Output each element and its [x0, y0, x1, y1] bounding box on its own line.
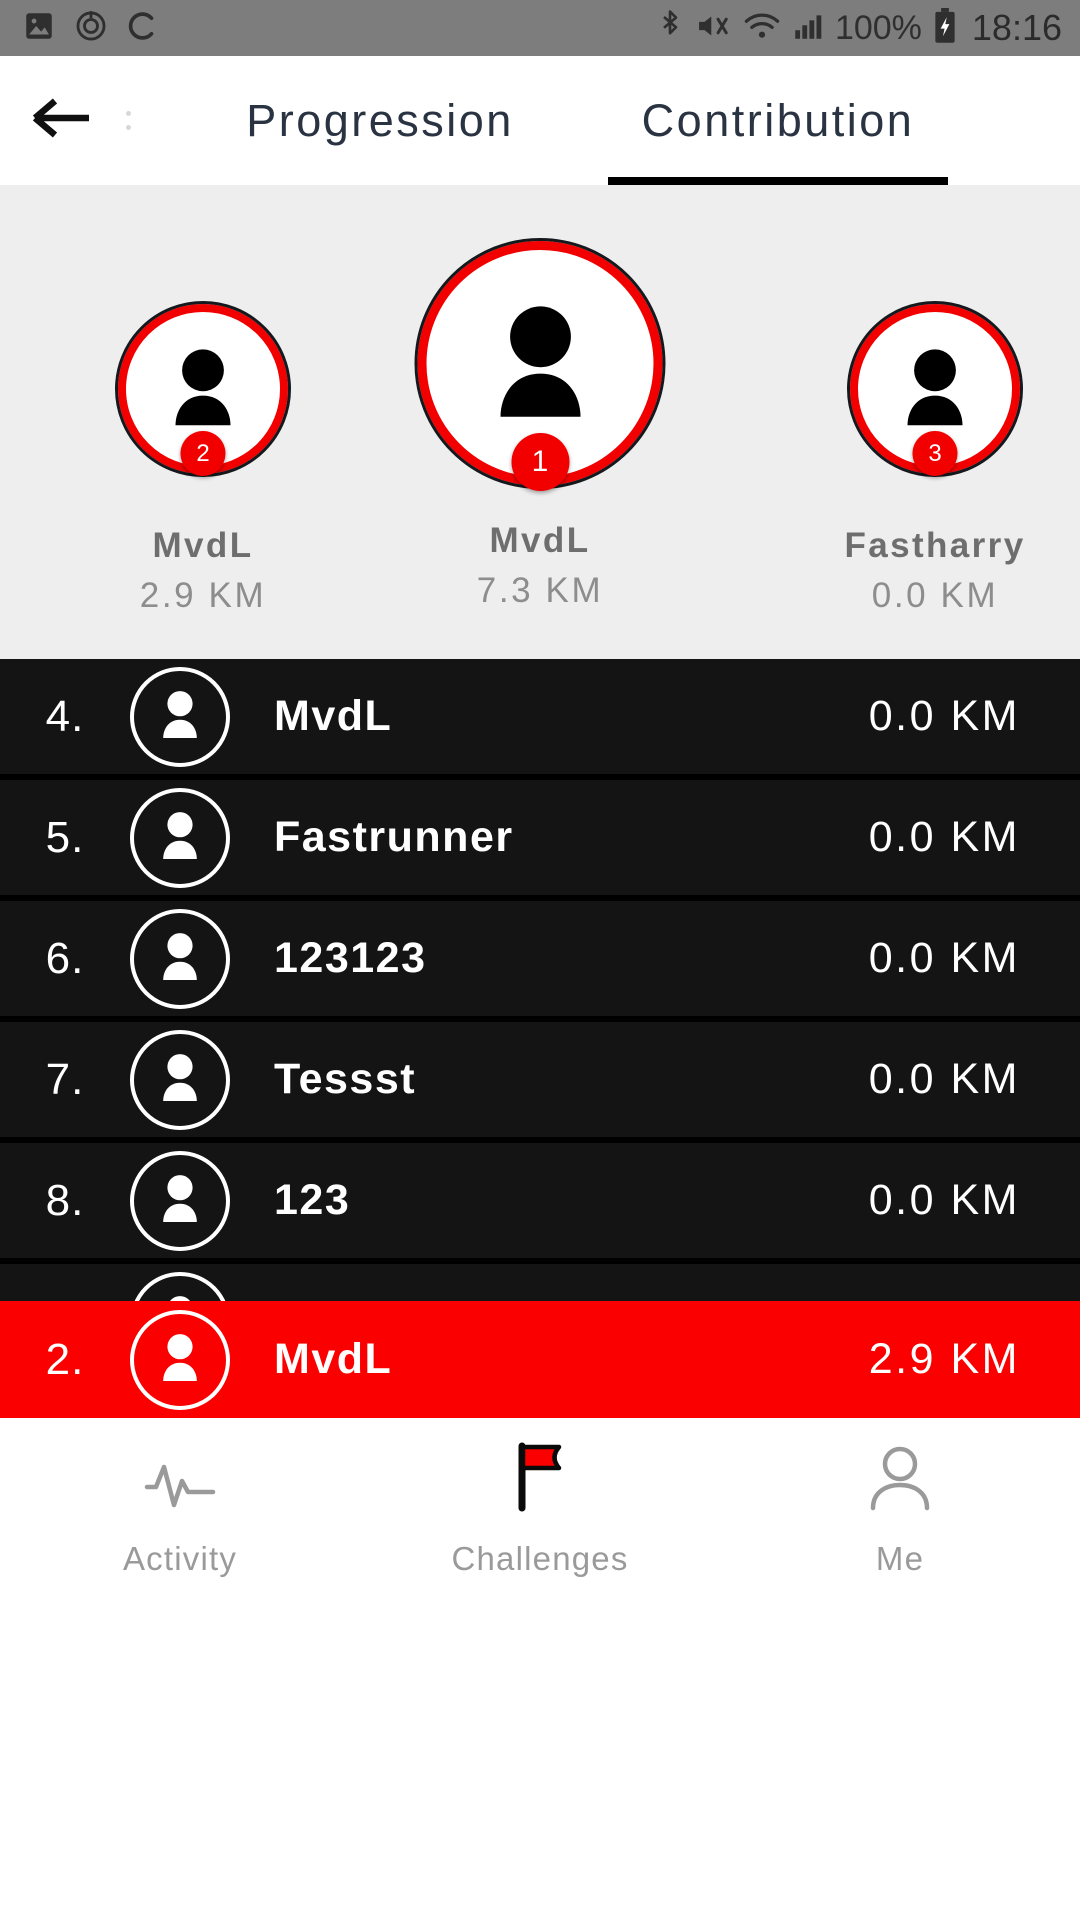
- overflow-dot: [125, 125, 131, 130]
- nav-label-activity: Activity: [122, 1539, 238, 1577]
- podium-distance-2: 2.9 KM: [139, 576, 267, 615]
- overflow-menu-icon[interactable]: [108, 86, 148, 156]
- wifi-icon: [743, 9, 781, 48]
- row-avatar: [130, 666, 230, 767]
- tab-contribution[interactable]: Contribution: [608, 56, 948, 185]
- nav-label-me: Me: [875, 1539, 925, 1577]
- table-row[interactable]: 8. 123 0.0 KM: [0, 1143, 1080, 1264]
- nav-item-activity[interactable]: Activity: [0, 1418, 360, 1599]
- row-avatar: [130, 787, 230, 888]
- status-bar: 100% 18:16: [0, 0, 1080, 56]
- podium-avatar-2: 2: [115, 301, 291, 477]
- row-distance: 0.0 KM: [868, 813, 1020, 861]
- status-bar-clock: 18:16: [971, 7, 1062, 48]
- person-avatar-icon: [163, 811, 197, 859]
- row-avatar: [130, 1309, 230, 1410]
- alarm-icon: [74, 9, 108, 48]
- podium-name-3: Fastharry: [844, 526, 1026, 565]
- podium-section: 2 MvdL 2.9 KM 1 MvdL 7.3 KM 3 Fastharry …: [0, 185, 1080, 659]
- row-rank: 5.: [45, 812, 85, 862]
- back-button[interactable]: [28, 86, 98, 156]
- app-bar: Progression Contribution: [0, 56, 1080, 185]
- person-avatar-icon: [907, 349, 963, 426]
- tab-progression[interactable]: Progression: [210, 56, 550, 185]
- row-distance: 0.0 KM: [868, 1055, 1020, 1103]
- status-bar-right-icons: 100% 18:16: [655, 7, 1062, 49]
- row-distance: 0.0 KM: [868, 692, 1020, 740]
- row-name: 123: [274, 1176, 351, 1224]
- image-icon: [22, 9, 56, 48]
- podium-rank-badge-2: 2: [180, 431, 226, 476]
- podium-avatar-1: 1: [414, 238, 666, 491]
- podium-rank-badge-1: 1: [511, 433, 569, 491]
- podium-distance-1: 7.3 KM: [476, 571, 604, 610]
- person-icon: [867, 1440, 933, 1514]
- mute-icon: [695, 9, 733, 48]
- battery-percent-label: 100%: [834, 9, 922, 47]
- tab-bar: Progression Contribution: [210, 56, 948, 185]
- pulse-icon: [141, 1440, 219, 1514]
- podium-avatar-3: 3: [847, 301, 1023, 477]
- person-avatar-icon: [500, 305, 580, 417]
- bottom-navigation: Activity Challenges Me: [0, 1418, 1080, 1599]
- nav-item-me[interactable]: Me: [720, 1418, 1080, 1599]
- row-rank: 8.: [45, 1175, 85, 1225]
- table-row[interactable]: 4. MvdL 0.0 KM: [0, 659, 1080, 780]
- row-name: Fastrunner: [274, 813, 514, 861]
- podium-distance-3: 0.0 KM: [871, 576, 999, 615]
- person-avatar-icon: [163, 1174, 197, 1222]
- table-row[interactable]: 5. Fastrunner 0.0 KM: [0, 780, 1080, 901]
- table-row[interactable]: 6. 123123 0.0 KM: [0, 901, 1080, 1022]
- row-rank: 4.: [45, 691, 85, 741]
- podium-name-1: MvdL: [489, 521, 591, 560]
- nav-item-challenges[interactable]: Challenges: [360, 1418, 720, 1599]
- podium-entry-3[interactable]: 3 Fastharry 0.0 KM: [770, 301, 1080, 616]
- person-avatar-icon: [163, 1053, 197, 1101]
- status-bar-left-icons: [22, 9, 160, 48]
- leaderboard-list[interactable]: 4. MvdL 0.0 KM 5. Fastrunner 0.0 KM 6. 1…: [0, 659, 1080, 1418]
- row-name: Tessst: [274, 1055, 417, 1103]
- podium-entry-1[interactable]: 1 MvdL 7.3 KM: [414, 238, 666, 611]
- sync-icon: [126, 9, 160, 48]
- row-name: MvdL: [274, 692, 393, 740]
- podium-entry-2[interactable]: 2 MvdL 2.9 KM: [38, 301, 368, 616]
- row-avatar: [130, 1150, 230, 1251]
- signal-icon: [791, 9, 825, 48]
- row-avatar: [130, 908, 230, 1009]
- nav-label-challenges: Challenges: [451, 1539, 629, 1577]
- flag-icon: [505, 1440, 575, 1514]
- row-rank: 6.: [45, 933, 85, 983]
- row-name: 123123: [274, 934, 427, 982]
- person-avatar-icon: [163, 932, 197, 980]
- person-avatar-icon: [163, 690, 197, 738]
- row-distance: 0.0 KM: [868, 934, 1020, 982]
- overflow-dot: [125, 111, 131, 116]
- row-rank: 7.: [45, 1054, 85, 1104]
- tab-contribution-label: Contribution: [641, 94, 915, 146]
- tab-progression-label: Progression: [246, 94, 514, 146]
- row-distance: 0.0 KM: [868, 1176, 1020, 1224]
- current-user-row[interactable]: 2. MvdL 2.9 KM: [0, 1301, 1080, 1418]
- person-avatar-icon: [175, 349, 231, 426]
- podium-name-2: MvdL: [152, 526, 254, 565]
- person-avatar-icon: [163, 1333, 197, 1381]
- row-distance: 2.9 KM: [868, 1335, 1020, 1383]
- row-name: MvdL: [274, 1335, 393, 1383]
- table-row[interactable]: 7. Tessst 0.0 KM: [0, 1022, 1080, 1143]
- tab-active-indicator: [608, 177, 948, 185]
- back-arrow-icon: [32, 94, 94, 147]
- podium-rank-badge-3: 3: [912, 431, 958, 476]
- bluetooth-icon: [655, 8, 685, 49]
- row-rank: 2.: [45, 1334, 85, 1384]
- row-avatar: [130, 1029, 230, 1130]
- battery-charging-icon: [932, 7, 958, 49]
